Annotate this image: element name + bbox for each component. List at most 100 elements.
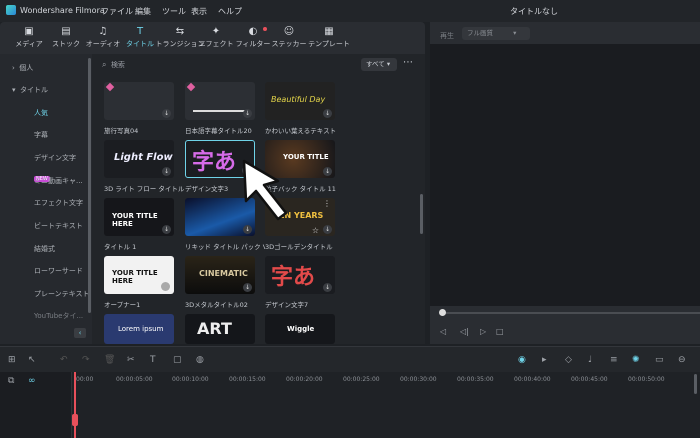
playhead[interactable]	[74, 372, 76, 438]
redo-icon[interactable]: ↷	[82, 355, 90, 365]
chevron-down-icon: ▾	[12, 86, 16, 94]
search-input[interactable]: 検索	[111, 61, 125, 69]
menu-edit[interactable]: 編集	[135, 6, 151, 17]
sidebar-item-design-text[interactable]: デザイン文字 NEW	[0, 148, 92, 182]
download-icon[interactable]: ↓	[162, 167, 171, 176]
card-thumb-text: ART	[197, 319, 232, 338]
crop-icon[interactable]: ▢	[173, 355, 182, 365]
delete-icon[interactable]: 🗑	[104, 355, 115, 365]
card-label: 日本語字幕タイトル20	[185, 127, 252, 135]
layout-icon[interactable]: ⊞	[8, 355, 16, 365]
card-label: タイトル 1	[104, 243, 137, 251]
timeline-scrollbar[interactable]	[694, 374, 697, 394]
grid-scrollbar[interactable]	[420, 194, 423, 234]
link-icon[interactable]: ∞	[28, 376, 36, 386]
download-icon[interactable]: ↓	[243, 283, 252, 292]
tab-template[interactable]: ▦ テンプレート	[303, 25, 355, 53]
render-icon[interactable]: ◉	[518, 355, 526, 365]
chevron-right-icon: ›	[12, 64, 15, 72]
time-ruler[interactable]: 00:00 00:00:05:00 00:00:10:00 00:00:15:0…	[72, 372, 700, 388]
more-options-icon[interactable]: ⋮	[323, 199, 331, 208]
detach-icon[interactable]: ≡	[610, 355, 618, 365]
playhead-knob[interactable]	[439, 309, 446, 316]
sidebar-item-subtitles[interactable]: 字幕	[0, 125, 92, 145]
title-card[interactable]: Wiggle	[265, 314, 335, 344]
sidebar-item-wedding[interactable]: 結婚式	[0, 239, 92, 259]
marker-icon[interactable]: ◇	[565, 355, 572, 365]
asset-toolbar: ▣ メディア ▤ ストック ♫ オーディオ T タイトル ⇆ トランジション ✦ エフェクト…	[0, 22, 425, 54]
download-icon[interactable]: ↓	[162, 109, 171, 118]
premium-gem-icon	[105, 82, 115, 92]
playhead-handle[interactable]	[72, 414, 78, 426]
ruler-tick: 00:00:25:00	[343, 376, 380, 383]
step-back-icon[interactable]: ◁	[440, 327, 446, 336]
title-card[interactable]: Light Flow ↓	[104, 140, 174, 178]
chevron-down-icon: ▾	[513, 29, 517, 37]
title-card[interactable]: 字あ ↓	[265, 256, 335, 294]
download-icon[interactable]: ↓	[323, 225, 332, 234]
ruler-tick: 00:00:30:00	[400, 376, 437, 383]
card-label: 3D ライト フロー タイトル	[104, 185, 184, 193]
stop-icon[interactable]: □	[496, 327, 504, 336]
app-logo-icon	[6, 5, 16, 15]
ruler-tick: 00:00:50:00	[628, 376, 665, 383]
card-label: オープナー1	[104, 301, 141, 309]
sidebar-item-beat-text[interactable]: ビートテキスト	[0, 216, 92, 236]
card-label: リキッド タイトル パック Vo...	[185, 243, 265, 251]
zoom-icon[interactable]: ⊖	[678, 355, 686, 365]
section-personal[interactable]: › 個人	[0, 58, 92, 78]
menu-view[interactable]: 表示	[191, 6, 207, 17]
card-label: かわいい葉えるテキスト	[265, 127, 337, 135]
play-icon[interactable]: ▷	[480, 327, 486, 336]
sidebar-item-mini-video[interactable]: ミニ動画キャ...	[0, 171, 92, 191]
cut-icon[interactable]: ✂	[127, 355, 135, 365]
title-card[interactable]: YOUR TITLE HERE	[104, 256, 174, 294]
undo-icon[interactable]: ↶	[60, 355, 68, 365]
menu-help[interactable]: ヘルプ	[218, 6, 242, 17]
menu-tools[interactable]: ツール	[162, 6, 186, 17]
card-thumb-text: 字あ	[271, 265, 316, 290]
title-card[interactable]: ↓	[104, 82, 174, 120]
filter-dropdown[interactable]: すべて ▾	[361, 58, 397, 71]
download-icon[interactable]: ↓	[323, 167, 332, 176]
card-thumb-text: Light Flow	[114, 152, 173, 163]
card-thumb-text: Wiggle	[287, 325, 315, 333]
sidebar-scrollbar[interactable]	[88, 58, 91, 313]
sidebar-item-plain-text[interactable]: プレーンテキスト	[0, 284, 92, 304]
menu-file[interactable]: ファイル	[101, 6, 133, 17]
download-icon[interactable]: ↓	[243, 109, 252, 118]
title-library: ⌕ 検索 すべて ▾ ⋯ ↓ 旅行写真04 ↓ 日本語字幕タイトル20 Beau…	[92, 54, 425, 344]
download-icon[interactable]: ↓	[323, 283, 332, 292]
playback-slider[interactable]	[439, 309, 700, 316]
ai-icon[interactable]: ✺	[632, 355, 640, 365]
mic-icon[interactable]: ♩	[588, 355, 592, 365]
title-card[interactable]: Lorem ipsum	[104, 314, 174, 344]
title-card[interactable]: CINEMATIC ↓	[185, 256, 255, 294]
title-card[interactable]: Beautiful Day ↓	[265, 82, 335, 120]
preview-panel: 再生 フル画質 ▾ ◁ ◁| ▷ □	[430, 22, 700, 344]
title-card[interactable]: ↓	[185, 82, 255, 120]
title-card[interactable]: ART	[185, 314, 255, 344]
play-range-icon[interactable]: ▸	[542, 355, 547, 365]
search-bar[interactable]: ⌕ 検索	[102, 58, 352, 72]
sidebar-item-effect-text[interactable]: エフェクト文字	[0, 193, 92, 213]
favorite-star-icon[interactable]: ☆	[312, 226, 319, 235]
select-tool-icon[interactable]: ↖	[28, 355, 36, 365]
download-icon[interactable]: ↓	[162, 225, 171, 234]
prev-frame-icon[interactable]: ◁|	[460, 327, 469, 336]
quality-dropdown[interactable]: フル画質 ▾	[462, 27, 530, 40]
sidebar-item-popular[interactable]: 人気	[0, 103, 92, 123]
download-icon[interactable]: ↓	[323, 109, 332, 118]
add-track-icon[interactable]: ⧉	[8, 376, 14, 386]
section-title[interactable]: ▾ タイトル	[0, 80, 92, 100]
text-tool-icon[interactable]: T	[150, 355, 156, 365]
color-icon[interactable]: ◍	[196, 355, 204, 365]
collapse-sidebar-button[interactable]: ‹	[74, 328, 86, 338]
snapshot-icon[interactable]: ▭	[655, 355, 664, 365]
more-options-icon[interactable]: ⋯	[403, 57, 413, 68]
ruler-tick: 00:00:35:00	[457, 376, 494, 383]
sidebar-item-lower-third[interactable]: ローワーサード	[0, 261, 92, 281]
title-card[interactable]: YOUR TITLE HERE ↓	[104, 198, 174, 236]
sidebar-item-youtube[interactable]: YouTubeタイ...	[0, 306, 92, 326]
download-icon[interactable]: ↓	[243, 225, 252, 234]
